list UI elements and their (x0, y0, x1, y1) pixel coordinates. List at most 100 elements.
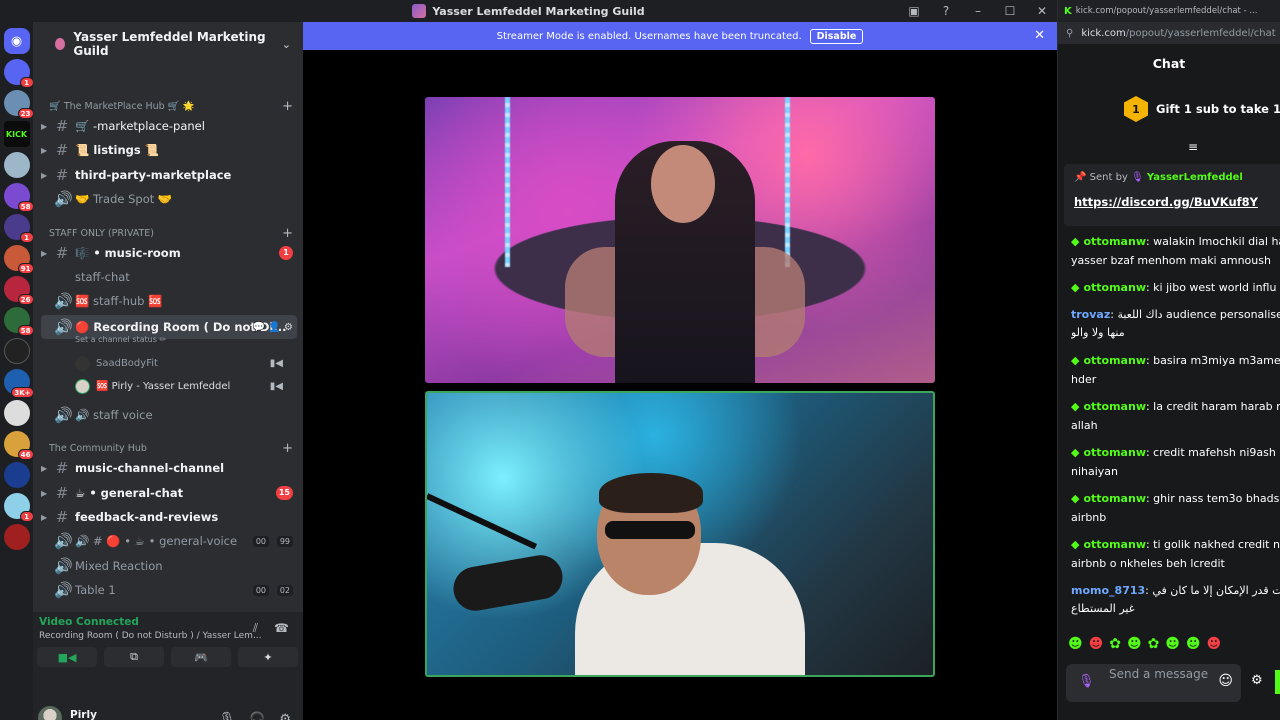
channel-label: third-party-marketplace (75, 168, 232, 182)
activities-button[interactable]: 🎮 (171, 647, 231, 667)
voice-channel-icon: 🔊 (54, 406, 73, 424)
chat-username[interactable]: ottomanw (1083, 281, 1146, 294)
close-window-icon[interactable]: ✕ (1033, 4, 1051, 18)
help-icon[interactable]: ? (937, 4, 955, 18)
chat-text: : ki jibo west world influ (1145, 281, 1277, 294)
chat-username[interactable]: trovaz (1071, 308, 1110, 321)
guild-header[interactable]: Yasser Lemfeddel Marketing Guild ⌄ (33, 22, 303, 66)
screen-share-button[interactable]: ⧉ (104, 647, 164, 667)
emote-icon[interactable]: ☻ (1068, 636, 1083, 652)
category-staff-only[interactable]: STAFF ONLY (PRIVATE) + (49, 225, 297, 241)
channel-label: Mixed Reaction (75, 559, 163, 573)
chat-username[interactable]: ottomanw (1083, 446, 1146, 459)
channel-staff-hub[interactable]: 🔊 🆘 staff-hub 🆘 (41, 290, 297, 312)
pinned-link[interactable]: https://discord.gg/BuVKuf8Y (1074, 195, 1258, 209)
server-icon[interactable] (3, 462, 30, 488)
server-icon-dm[interactable]: 1 (3, 59, 34, 88)
channel-actions-icons[interactable]: 💬 👤 ⚙ (253, 322, 293, 333)
emote-icon[interactable]: ☻ (1186, 636, 1201, 652)
gift-leaderboard[interactable]: 1 Gift 1 sub to take 1st (1124, 96, 1280, 122)
discord-home-icon[interactable]: ◉ (3, 28, 30, 54)
user-avatar[interactable] (38, 706, 62, 720)
channel-music-channel[interactable]: ▶ # music-channel-channel (41, 457, 297, 479)
channel-marketplace-panel[interactable]: ▶ # 🛒 -marketplace-panel (41, 115, 297, 137)
channel-mixed-reaction[interactable]: 🔊 Mixed Reaction (41, 555, 297, 577)
chat-settings-gear-icon[interactable]: ⚙ (1251, 673, 1263, 688)
site-settings-icon[interactable]: ⚲ (1066, 28, 1073, 39)
send-button[interactable] (1275, 670, 1280, 694)
server-icon[interactable]: 46 (3, 431, 34, 460)
settings-gear-icon[interactable]: ⚙ (279, 712, 291, 720)
chat-input[interactable]: 🎙 Send a message ☺ (1066, 664, 1241, 702)
voice-channel-path[interactable]: Recording Room ( Do not Disturb ) / Yass… (39, 631, 264, 641)
chat-username[interactable]: ottomanw (1083, 492, 1146, 505)
add-channel-icon[interactable]: + (282, 441, 293, 456)
channel-staff-chat[interactable]: staff-chat (41, 266, 297, 288)
server-icon[interactable]: 3K+ (3, 369, 34, 398)
voice-status[interactable]: Video Connected (39, 616, 139, 628)
chat-username[interactable]: ottomanw (1083, 354, 1146, 367)
emote-icon[interactable]: ✿ (1109, 636, 1121, 652)
category-marketplace-hub[interactable]: 🛒 The MarketPlace Hub 🛒 🌟 + (49, 98, 297, 114)
maximize-icon[interactable]: ☐ (1001, 4, 1019, 18)
channel-trade-spot[interactable]: 🔊 🤝 Trade Spot 🤝 (41, 188, 297, 210)
video-tile-saadbodyfit[interactable] (425, 97, 935, 383)
add-channel-icon[interactable]: + (282, 99, 293, 114)
microphone-icon[interactable]: 🎙 (219, 712, 236, 720)
chat-text: : الشبهات قدر الإمكان إلا ما كان في (1145, 584, 1280, 597)
server-icon[interactable]: 1 (3, 493, 34, 522)
emote-icon[interactable]: ☻ (1207, 636, 1222, 652)
server-icon[interactable] (3, 524, 30, 550)
emote-icon[interactable]: ☻ (1089, 636, 1104, 652)
emote-icon[interactable]: ✿ (1148, 636, 1160, 652)
server-icon[interactable] (3, 338, 30, 364)
channel-listings[interactable]: ▶ # 📜 listings 📜 (41, 139, 297, 161)
channel-general-voice[interactable]: 🔊 🔊 # 🔴 • ☕ • general-voice 00 99 (41, 530, 297, 552)
add-channel-icon[interactable]: + (282, 226, 293, 241)
channel-music-room[interactable]: ▶ # 🎼 • music-room 1 (41, 242, 297, 264)
server-icon[interactable]: 91 (3, 245, 34, 274)
channel-sidebar: Yasser Lemfeddel Marketing Guild ⌄ 🛒 The… (33, 22, 303, 720)
server-icon[interactable]: 26 (3, 276, 34, 305)
channel-general-chat[interactable]: ▶ # ☕ • general-chat 15 (41, 482, 297, 504)
emote-icon[interactable]: ☻ (1165, 636, 1180, 652)
soundboard-button[interactable]: ✦ (238, 647, 298, 667)
minimize-icon[interactable]: – (969, 4, 987, 18)
chat-username[interactable]: momo_8713 (1071, 584, 1145, 597)
emoji-picker-icon[interactable]: ☺ (1218, 673, 1233, 689)
disconnect-icon[interactable]: ☎ (274, 621, 289, 636)
disable-streamer-mode-button[interactable]: Disable (809, 28, 864, 44)
address-bar[interactable]: ⚲ kick.com/popout/yasserlemfeddel/chat (1058, 22, 1280, 44)
server-icon-kick[interactable]: KICK (3, 121, 30, 147)
server-icon[interactable]: 23 (3, 90, 34, 119)
channel-status[interactable]: Set a channel status ✏ (75, 335, 166, 344)
close-icon[interactable]: ✕ (1034, 28, 1045, 43)
emote-icon[interactable]: ☻ (1127, 636, 1142, 652)
chat-username[interactable]: ottomanw (1083, 400, 1146, 413)
server-icon[interactable]: 58 (3, 307, 34, 336)
category-community-hub[interactable]: The Community Hub + (49, 440, 297, 456)
chat-message-continuation: allah (1071, 419, 1098, 432)
channel-staff-voice[interactable]: 🔊 🔊 staff voice (41, 404, 297, 426)
channel-third-party-marketplace[interactable]: ▶ # third-party-marketplace (41, 164, 297, 186)
inbox-icon[interactable]: ▣ (905, 4, 923, 18)
server-icon[interactable] (3, 152, 30, 178)
microphone-icon: 🎙 (1078, 674, 1095, 689)
channel-table-1[interactable]: 🔊 Table 1 00 02 (41, 579, 297, 601)
voice-user-pirly[interactable]: 🆘 Pirly - Yasser Lemfeddel ▮◀ (75, 376, 295, 396)
headphones-icon[interactable]: 🎧 (249, 712, 265, 720)
server-icon[interactable]: 58 (3, 183, 34, 212)
video-tile-pirly[interactable] (425, 391, 935, 677)
chat-username[interactable]: ottomanw (1083, 235, 1146, 248)
server-icon[interactable]: 1 (3, 214, 34, 243)
camera-button[interactable]: ■◀ (37, 647, 97, 667)
voice-user-saadbodyfit[interactable]: SaadBodyFit ▮◀ (75, 353, 295, 373)
user-name[interactable]: Pirly (70, 709, 97, 720)
filter-icon[interactable]: ≡ (1188, 140, 1198, 154)
server-icon[interactable] (3, 400, 30, 426)
chat-username[interactable]: ottomanw (1083, 538, 1146, 551)
noise-suppression-icon[interactable]: ⫽ (253, 621, 258, 636)
category-label: 🛒 The MarketPlace Hub 🛒 🌟 (49, 100, 195, 112)
camera-icon: ▮◀ (269, 357, 283, 369)
channel-feedback-and-reviews[interactable]: ▶ # feedback-and-reviews (41, 506, 297, 528)
